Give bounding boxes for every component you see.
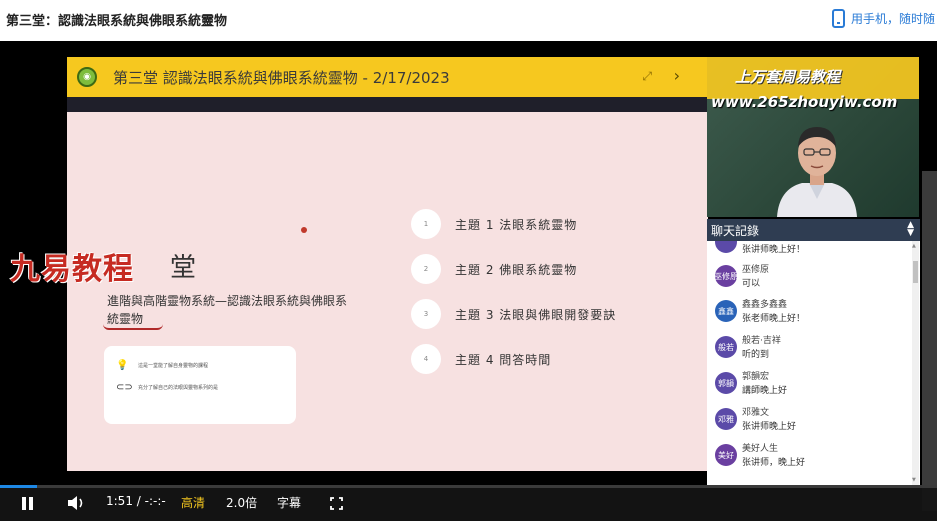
next-slide-icon[interactable]: › [674,66,680,85]
chat-header: 聊天記錄 ▲ ▼ [707,219,920,241]
topic-item: 2 主題 2 佛眼系統靈物 [411,254,577,284]
avatar: 邓雅 [715,408,737,430]
slide-subtitle: 進階與高階靈物系統—認識法眼系統與佛眼系統靈物 [107,294,348,326]
topic-label: 主題 4 問答時間 [455,352,552,367]
pause-icon[interactable] [22,497,34,510]
link-icon: ⊂⊃ [116,382,133,393]
chat-message-list[interactable]: 张讲师晚上好！ 巫修原 巫修原 可以 鑫鑫 鑫鑫多鑫鑫 张老师晚上好！ 般若 般… [707,241,912,485]
topic-number: 1 [411,209,441,239]
fullscreen-icon[interactable] [330,497,343,510]
chat-message-text: 可以 [742,279,761,289]
topic-label: 主題 3 法眼與佛眼開發要訣 [455,307,617,322]
webcam-feed: 上万套周易教程 www.265zhouyiw.com [707,57,919,217]
chat-message-text: 张讲师晚上好 [742,422,797,432]
slide-header: ◉ 第三堂 認識法眼系統與佛眼系統靈物 - 2/17/2023 ⤢ › [67,57,708,97]
player-controls: 1:51 / -:-:- 高清 2.0倍 字幕 [0,485,937,521]
chat-user-name: 邓雅文 [742,408,770,418]
topic-number: 4 [411,344,441,374]
presentation-slide: ◉ 第三堂 認識法眼系統與佛眼系統靈物 - 2/17/2023 ⤢ › 進階與高… [67,57,708,471]
avatar: 鑫鑫 [715,300,737,322]
mobile-link-label: 用手机，随时随 [850,12,935,26]
sort-arrows-icon[interactable]: ▲ ▼ [907,221,914,238]
avatar [715,241,737,253]
chat-message: 张讲师晚上好！ [715,241,910,263]
chat-header-title: 聊天記錄 [711,224,760,238]
volume-icon[interactable] [67,495,87,511]
owl-logo-icon: ◉ [77,67,97,87]
chat-message: 鑫鑫 鑫鑫多鑫鑫 张老师晚上好！ [715,296,910,332]
topic-item: 3 主題 3 法眼與佛眼開發要訣 [411,299,616,329]
progress-fill [0,485,38,488]
chat-user-name: 巫修原 [742,265,770,275]
lightbulb-icon: 💡 [116,360,129,371]
webcam-banner-title: 上万套周易教程 [735,68,841,86]
side-panel-edge [922,171,937,511]
expand-icon[interactable]: ⤢ [642,69,652,84]
note-row: ⊂⊃ 充分了解自己的法眼與靈物系列的是 [116,382,218,393]
webcam-banner-url: www.265zhouyiw.com [711,93,898,111]
chat-message: 般若 般若·吉祥 听的到 [715,332,910,368]
scroll-down-icon[interactable]: ▼ [912,477,916,483]
watermark-text: 九易教程 [10,252,134,287]
avatar: 郭韻 [715,372,737,394]
progress-bar[interactable] [0,485,937,488]
topic-label: 主題 1 法眼系統靈物 [455,217,578,232]
watermark-tail: 堂 [170,253,197,283]
phone-icon [831,9,845,28]
topic-number: 3 [411,299,441,329]
time-display: 1:51 / -:-:- [106,494,166,508]
note-text: 這是一堂能了解自身靈物的課程 [138,363,209,369]
speed-button[interactable]: 2.0倍 [226,494,257,511]
chat-message: 美好 美好人生 张讲师，晚上好 [715,440,910,476]
quality-button[interactable]: 高清 [181,494,205,511]
note-row: 💡 這是一堂能了解自身靈物的課程 [116,360,208,371]
chat-message-text: 张讲师晚上好！ [742,245,806,255]
mobile-link[interactable]: 用手机，随时随 [831,9,935,28]
chat-user-name: 般若·吉祥 [742,336,781,346]
avatar: 般若 [715,336,737,358]
avatar: 美好 [715,444,737,466]
chat-message-text: 张老师晚上好！ [742,314,806,324]
page-header: 第三堂：認識法眼系統與佛眼系統靈物 用手机，随时随 [0,0,937,40]
note-card: 💡 這是一堂能了解自身靈物的課程 ⊂⊃ 充分了解自己的法眼與靈物系列的是 [104,346,296,424]
chat-message-text: 张讲师，晚上好 [742,458,806,468]
decorative-dot [301,227,307,233]
chat-scrollbar[interactable]: ▲ ▼ [912,241,919,485]
topic-label: 主題 2 佛眼系統靈物 [455,262,578,277]
chat-message: 邓雅 邓雅文 张讲师晚上好 [715,404,910,440]
chat-panel: 聊天記錄 ▲ ▼ 张讲师晚上好！ 巫修原 巫修原 可以 鑫鑫 鑫鑫多鑫鑫 张老师晚… [707,219,920,485]
avatar: 巫修原 [715,265,737,287]
note-text: 充分了解自己的法眼與靈物系列的是 [138,385,219,391]
subtitles-button[interactable]: 字幕 [277,494,301,511]
page-title: 第三堂：認識法眼系統與佛眼系統靈物 [6,14,228,29]
scrollbar-thumb[interactable] [913,261,918,283]
chat-message-text: 講師晚上好 [742,386,788,396]
chat-message-text: 听的到 [742,350,770,360]
slide-title: 第三堂 認識法眼系統與佛眼系統靈物 - 2/17/2023 [113,69,450,87]
chat-message: 郭韻 郭韻宏 講師晚上好 [715,368,910,404]
presenter-silhouette-icon [777,127,857,217]
chat-user-name: 郭韻宏 [742,372,770,382]
slide-body: 進階與高階靈物系統—認識法眼系統與佛眼系統靈物 💡 這是一堂能了解自身靈物的課程… [67,112,708,471]
chat-user-name: 鑫鑫多鑫鑫 [742,300,788,310]
chat-message: 巫修原 巫修原 可以 [715,261,910,297]
chat-user-name: 美好人生 [742,444,779,454]
topic-number: 2 [411,254,441,284]
scroll-up-icon[interactable]: ▲ [912,243,916,249]
topic-item: 1 主題 1 法眼系統靈物 [411,209,577,239]
topic-item: 4 主題 4 問答時間 [411,344,551,374]
underline-stroke [103,324,163,330]
video-player[interactable]: ◉ 第三堂 認識法眼系統與佛眼系統靈物 - 2/17/2023 ⤢ › 進階與高… [0,41,937,521]
